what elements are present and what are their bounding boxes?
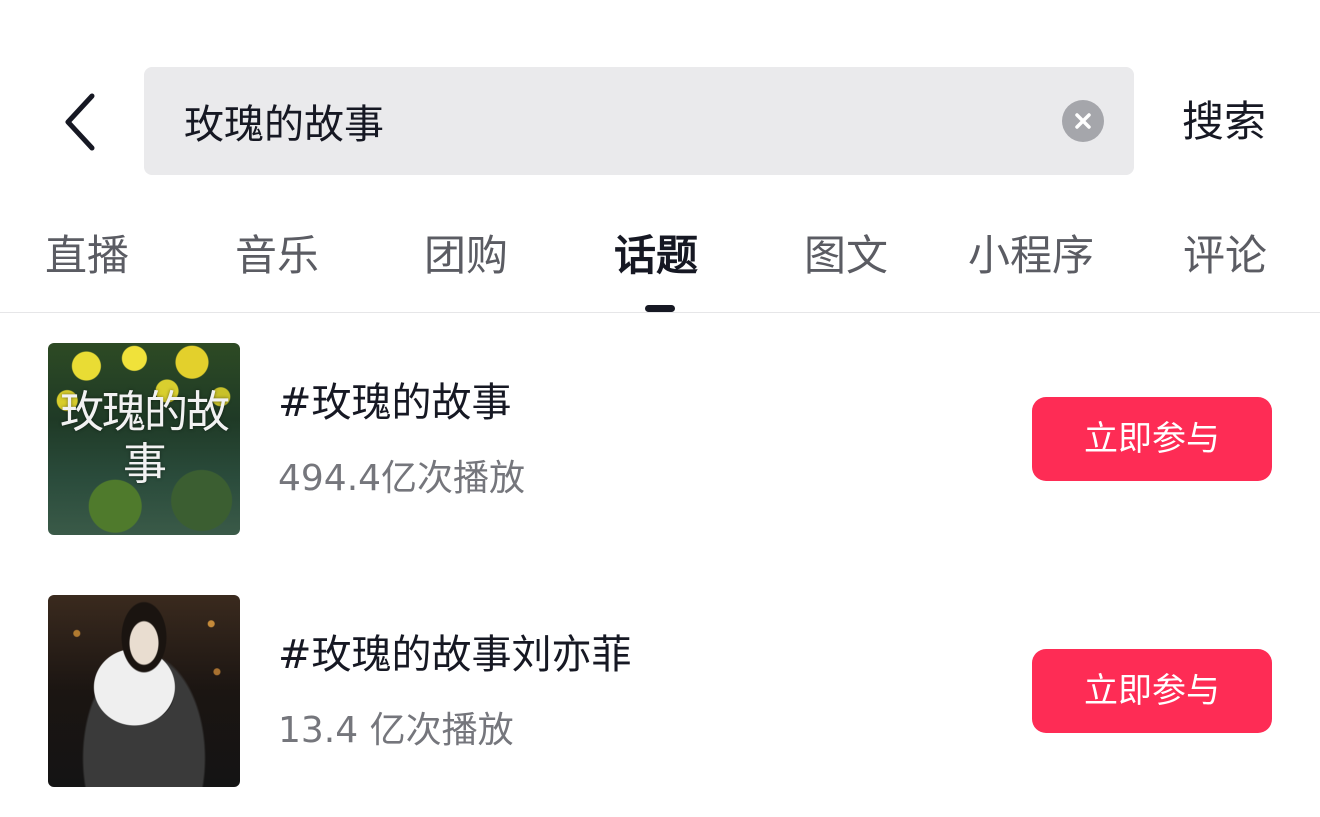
topic-title[interactable]: #玫瑰的故事刘亦菲 bbox=[278, 627, 632, 683]
search-box[interactable] bbox=[144, 67, 1134, 175]
tab-topics[interactable]: 话题 bbox=[614, 226, 698, 286]
topic-thumbnail bbox=[48, 595, 240, 787]
play-count: 13.4 亿次播放 bbox=[278, 710, 514, 751]
tab-image-text[interactable]: 图文 bbox=[804, 226, 888, 286]
tab-mini-programs[interactable]: 小程序 bbox=[968, 226, 1094, 286]
tab-live[interactable]: 直播 bbox=[45, 226, 129, 286]
topic-thumbnail: 玫瑰的故事 bbox=[48, 343, 240, 535]
play-count: 494.4亿次播放 bbox=[278, 458, 526, 499]
join-now-button[interactable]: 立即参与 bbox=[1032, 649, 1272, 733]
search-input[interactable] bbox=[184, 67, 1044, 175]
chevron-left-icon bbox=[65, 93, 95, 151]
search-submit-button[interactable]: 搜索 bbox=[1182, 92, 1266, 152]
tab-comments[interactable]: 评论 bbox=[1183, 226, 1267, 286]
thumbnail-title-text: 玫瑰的故事 bbox=[60, 387, 230, 490]
list-item[interactable]: #玫瑰的故事刘亦菲 13.4 亿次播放 立即参与 bbox=[0, 565, 1320, 817]
join-now-button[interactable]: 立即参与 bbox=[1032, 397, 1272, 481]
clear-search-button[interactable] bbox=[1062, 100, 1104, 142]
active-tab-indicator bbox=[645, 305, 675, 312]
list-item[interactable]: 玫瑰的故事 #玫瑰的故事 494.4亿次播放 立即参与 bbox=[0, 313, 1320, 565]
tab-group-buy[interactable]: 团购 bbox=[424, 226, 508, 286]
clear-x-icon bbox=[1075, 113, 1091, 129]
search-category-tabs: 直播 音乐 团购 话题 图文 小程序 评论 bbox=[0, 200, 1320, 313]
topic-title[interactable]: #玫瑰的故事 bbox=[278, 375, 512, 431]
tab-music[interactable]: 音乐 bbox=[235, 226, 319, 286]
search-header: 搜索 bbox=[0, 0, 1320, 200]
back-button[interactable] bbox=[50, 82, 110, 162]
